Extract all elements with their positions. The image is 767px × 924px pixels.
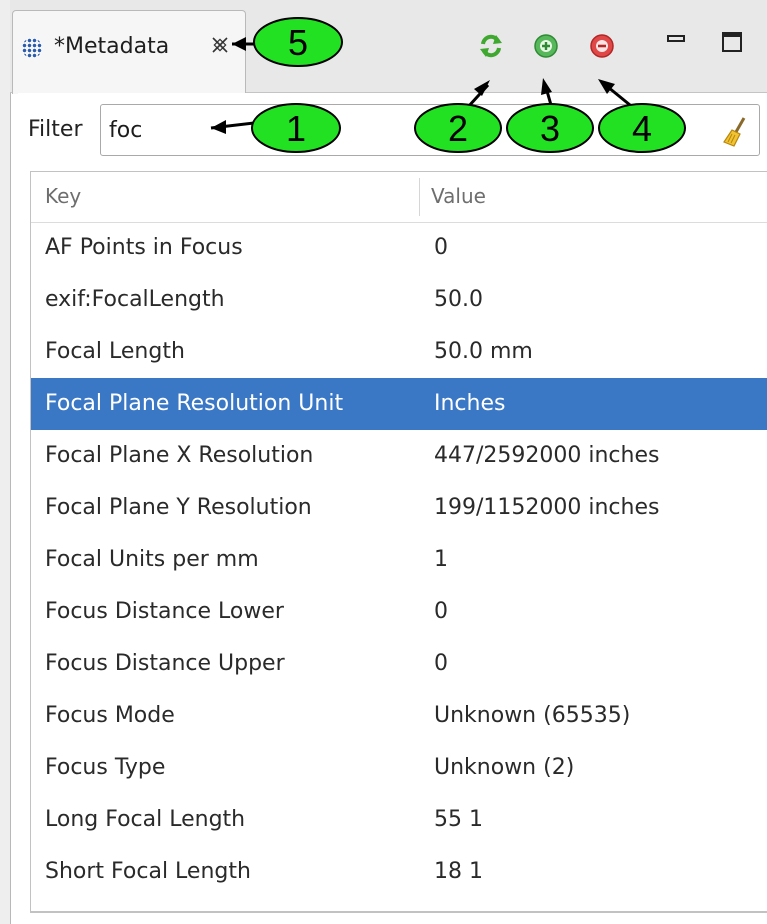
- callout-5: 5: [232, 17, 343, 67]
- callout-5-label: 5: [288, 22, 308, 63]
- callout-4-label: 4: [632, 108, 652, 149]
- callout-3-label: 3: [540, 108, 560, 149]
- callout-1: 1: [210, 103, 341, 153]
- callout-4: 4: [598, 79, 686, 153]
- callout-layer: 1 2 3 4 5: [210, 17, 686, 153]
- callout-1-label: 1: [286, 108, 306, 149]
- callout-2: 2: [414, 80, 502, 153]
- callout-3: 3: [506, 78, 594, 153]
- callout-2-label: 2: [448, 108, 468, 149]
